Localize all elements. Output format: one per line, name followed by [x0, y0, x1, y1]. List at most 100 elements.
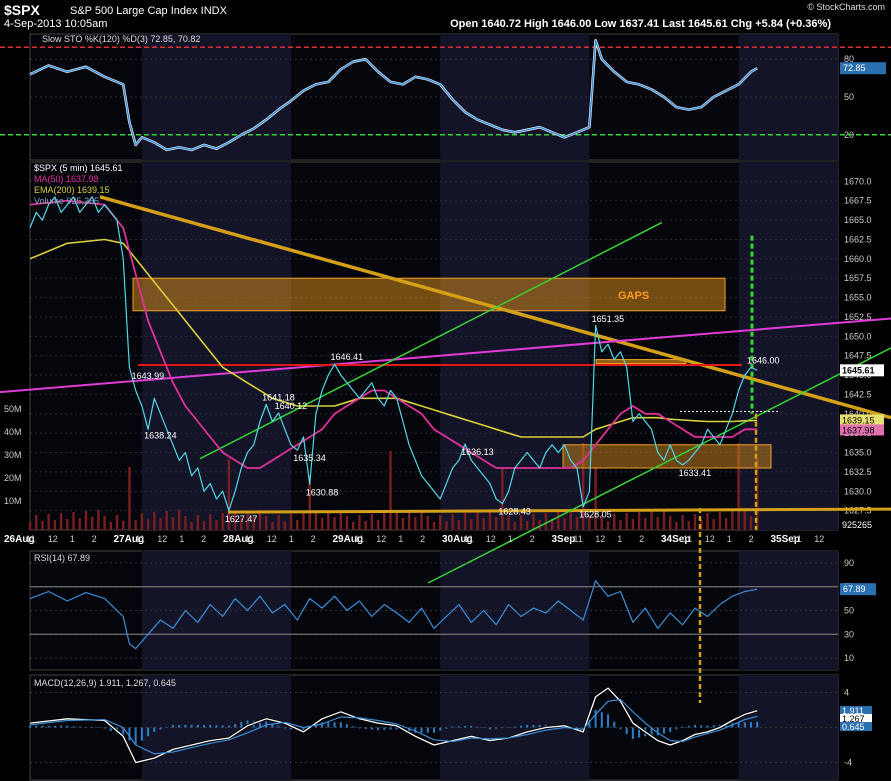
macd-histogram-bar — [53, 725, 56, 728]
volume-bar — [370, 514, 374, 530]
volume-bar — [215, 520, 218, 530]
macd-histogram-bar — [482, 727, 485, 729]
macd-histogram-bar — [358, 727, 361, 729]
volume-bar — [383, 513, 386, 530]
volume-bar — [364, 521, 367, 530]
volume-bar — [526, 521, 529, 530]
volume-bar — [426, 516, 429, 530]
macd-histogram-bar — [607, 714, 610, 728]
volume-bar — [35, 515, 38, 530]
volume-tick-label: 10M — [4, 496, 22, 506]
macd-histogram-bar — [464, 726, 467, 728]
volume-bar — [327, 511, 330, 530]
volume-bar — [202, 521, 206, 530]
macd-histogram-bar — [84, 727, 87, 728]
volume-bar — [457, 520, 461, 530]
macd-histogram-bar — [345, 724, 348, 728]
price-tick-label: 1660.0 — [844, 254, 872, 264]
macd-histogram-bar — [538, 724, 541, 728]
volume-bar — [414, 517, 417, 530]
volume-bar — [333, 517, 336, 530]
macd-histogram-bar — [426, 727, 429, 733]
volume-bar — [159, 518, 162, 530]
macd-histogram-bar — [700, 725, 703, 728]
x-tick-label: 3Sep — [552, 534, 576, 545]
px-day-band — [141, 162, 292, 530]
macd-histogram-bar — [171, 724, 174, 728]
macd-histogram-bar — [526, 724, 529, 728]
volume-bar — [619, 520, 622, 530]
volume-tick-label: 50M — [4, 404, 22, 414]
x-tick-label: 12 — [48, 534, 58, 544]
volume-bar — [544, 513, 548, 530]
price-tick-label: 1630.0 — [844, 486, 872, 496]
macd-histogram-bar — [631, 727, 634, 739]
volume-bar — [153, 512, 156, 530]
volume-bar — [345, 516, 349, 530]
x-tick-label: 11 — [683, 534, 692, 544]
volume-bar — [662, 510, 666, 530]
volume-bar — [557, 512, 560, 530]
macd-histogram-bar — [370, 727, 373, 730]
x-tick-label: 12 — [814, 534, 824, 544]
price-tick-label: 1657.5 — [844, 273, 872, 283]
volume-bar — [681, 515, 684, 530]
ma-last-label: 1637.98 — [842, 425, 875, 435]
macd-histogram-bar — [339, 722, 342, 728]
macd-histogram-bar — [619, 727, 622, 730]
macd-histogram-bar — [712, 725, 715, 728]
macd-histogram-bar — [153, 727, 156, 732]
volume-bar — [439, 515, 442, 530]
volume-bar — [66, 519, 69, 530]
volume-bar — [53, 520, 57, 530]
volume-bar — [650, 511, 653, 530]
volume-bar — [420, 510, 423, 530]
macd-histogram-bar — [35, 725, 38, 728]
price-annotation: 1646.41 — [331, 352, 364, 362]
volume-bar — [637, 512, 641, 530]
macd-histogram-bar — [451, 726, 454, 728]
price-annotation: 1627.47 — [225, 514, 258, 524]
macd-histogram-bar — [470, 725, 473, 728]
volume-bar — [395, 512, 398, 530]
x-tick-label: 1 — [508, 534, 513, 544]
macd-histogram-bar — [681, 726, 684, 728]
x-tick-label: 2 — [639, 534, 644, 544]
macd-histogram-bar — [383, 727, 386, 730]
price-tick-label: 1635.0 — [844, 448, 872, 458]
macd-histogram-bar — [140, 727, 143, 741]
price-annotation: 1643.99 — [132, 371, 165, 381]
price-tick-label: 1650.0 — [844, 331, 872, 341]
volume-bar — [519, 515, 523, 530]
price-annotation: 1630.88 — [306, 487, 339, 497]
price-annotation: 1640.12 — [275, 401, 308, 411]
rsi-legend: RSI(14) 67.89 — [34, 553, 90, 563]
volume-bar — [352, 522, 355, 530]
macd-day-band — [738, 675, 838, 780]
x-tick-label: 1 — [727, 534, 732, 544]
volume-bar — [134, 520, 137, 530]
price-annotation: 1633.41 — [679, 468, 712, 478]
volume-bar — [59, 513, 63, 530]
volume-bar — [693, 514, 697, 530]
macd-histogram-bar — [389, 727, 392, 730]
price-legend-2: EMA(200) 1639.15 — [34, 185, 110, 195]
volume-tick-label: 20M — [4, 473, 22, 483]
x-tick-label: 12 — [267, 534, 277, 544]
macd-histogram-bar — [687, 725, 690, 728]
volume-bar — [532, 514, 535, 530]
volume-bar — [569, 511, 572, 530]
x-tick-label: 1 — [289, 534, 294, 544]
macd-histogram-bar — [78, 726, 81, 728]
x-tick-label: 2 — [420, 534, 425, 544]
volume-bar — [563, 518, 566, 530]
volume-bar — [401, 518, 405, 530]
macd-histogram-bar — [321, 722, 324, 728]
x-tick-label: 1 — [70, 534, 75, 544]
macd-histogram-bar — [196, 724, 199, 728]
macd-histogram-bar — [159, 727, 162, 730]
x-tick-label: 2 — [201, 534, 206, 544]
volume-bar — [283, 521, 287, 530]
macd-legend: MACD(12,26,9) 1.911, 1.267, 0.645 — [34, 678, 176, 688]
x-tick-label: 1 — [179, 534, 184, 544]
